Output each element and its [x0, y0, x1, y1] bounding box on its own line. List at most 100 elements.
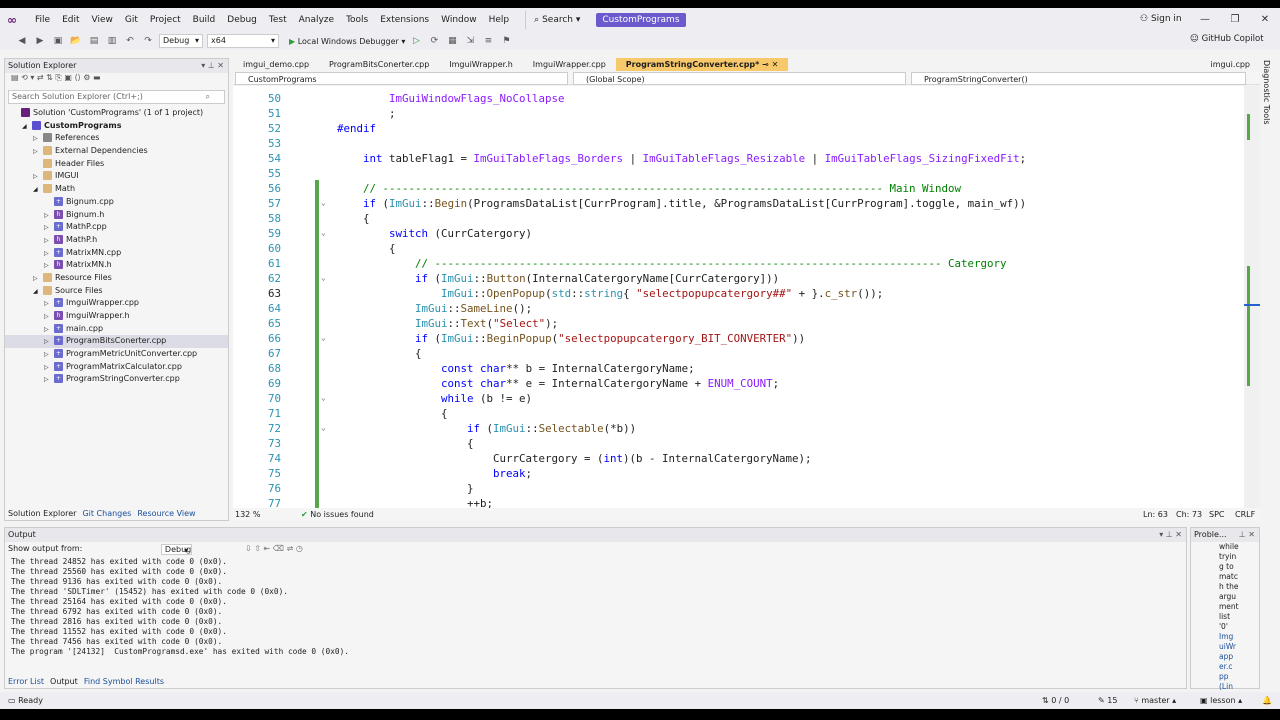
tree-item[interactable]: ▷ h Bignum.h: [5, 209, 228, 222]
menu-tools[interactable]: Tools: [340, 8, 374, 32]
code-line[interactable]: 67 {: [233, 346, 1260, 361]
tree-item[interactable]: ▷ h MathP.h: [5, 234, 228, 247]
output-source-select[interactable]: Debug: [160, 544, 193, 555]
github-copilot-button[interactable]: ☺ GitHub Copilot: [1190, 34, 1264, 44]
code-line[interactable]: 72 ⌄ if (ImGui::Selectable(*b)): [233, 421, 1260, 436]
menu-file[interactable]: File: [29, 8, 56, 32]
code-line[interactable]: 68 const char** b = InternalCatergoryNam…: [233, 361, 1260, 376]
tree-item[interactable]: Solution 'CustomPrograms' (1 of 1 projec…: [5, 107, 228, 120]
code-editor[interactable]: 50 ImGuiWindowFlags_NoCollapse 51 ; 52 #end…: [233, 86, 1260, 508]
code-line[interactable]: 52 #endif: [233, 121, 1260, 136]
code-line[interactable]: 75 break;: [233, 466, 1260, 481]
tree-item[interactable]: ▷ Resource Files: [5, 272, 228, 285]
tree-item[interactable]: ▷ IMGUI: [5, 170, 228, 183]
code-line[interactable]: 55: [233, 166, 1260, 181]
menu-test[interactable]: Test: [263, 8, 293, 32]
tree-item[interactable]: ▷ h MatrixMN.h: [5, 259, 228, 272]
tab-program-bits-conerter[interactable]: ProgramBitsConerter.cpp: [319, 58, 439, 71]
menu-edit[interactable]: Edit: [56, 8, 85, 32]
tree-item[interactable]: ▷ + ProgramStringConverter.cpp: [5, 373, 228, 386]
code-line[interactable]: 73 {: [233, 436, 1260, 451]
collapsed-arrow-icon[interactable]: ▷: [44, 374, 54, 387]
save-all-icon[interactable]: ▥: [105, 34, 119, 48]
tab-imgui-demo[interactable]: imgui_demo.cpp: [233, 58, 319, 71]
tree-item[interactable]: ▷ h ImguiWrapper.h: [5, 310, 228, 323]
output-window-buttons[interactable]: ▾ ⊥ ✕: [1159, 528, 1182, 542]
changes-status[interactable]: ✎ 15: [1098, 692, 1117, 709]
tree-item[interactable]: ▷ + ProgramMatrixCalculator.cpp: [5, 361, 228, 374]
code-line[interactable]: 59 ⌄ switch (CurrCatergory): [233, 226, 1260, 241]
repo-status[interactable]: ▣ lesson ▴: [1200, 692, 1242, 709]
pin-icon[interactable]: ⊸: [762, 60, 769, 69]
close-button[interactable]: ✕: [1250, 8, 1280, 32]
member-dropdown[interactable]: ProgramStringConverter(): [911, 72, 1246, 85]
tab-program-string-converter[interactable]: ProgramStringConverter.cpp* ⊸ ✕: [615, 58, 789, 71]
code-line[interactable]: 54 int tableFlag1 = ImGuiTableFlags_Bord…: [233, 151, 1260, 166]
save-icon[interactable]: ▤: [87, 34, 101, 48]
menu-git[interactable]: Git: [119, 8, 144, 32]
search-button[interactable]: ⌕ Search ▾: [525, 11, 588, 29]
start-without-debugging-icon[interactable]: ▷: [409, 34, 423, 48]
panel-window-buttons[interactable]: ▾ ⊥ ✕: [201, 59, 224, 73]
line-indicator[interactable]: Ln: 63: [1143, 508, 1168, 521]
code-line[interactable]: 51 ;: [233, 106, 1260, 121]
code-line[interactable]: 56 // ----------------------------------…: [233, 181, 1260, 196]
tree-item[interactable]: ▷ References: [5, 132, 228, 145]
scope-dropdown[interactable]: (Global Scope): [573, 72, 906, 85]
tab-resource-view[interactable]: Resource View: [137, 508, 195, 520]
sync-status[interactable]: ⇅ 0 / 0: [1042, 692, 1069, 709]
diagnostic-tools-tab[interactable]: Diagnostic Tools: [1262, 60, 1271, 125]
tab-find-symbol-results[interactable]: Find Symbol Results: [84, 676, 164, 688]
code-line[interactable]: 58 {: [233, 211, 1260, 226]
fold-toggle-icon[interactable]: ⌄: [321, 199, 329, 207]
menu-project[interactable]: Project: [144, 8, 187, 32]
tree-item[interactable]: ▷ + ProgramMetricUnitConverter.cpp: [5, 348, 228, 361]
tab-solution-explorer[interactable]: Solution Explorer: [8, 508, 76, 520]
code-line[interactable]: 71 {: [233, 406, 1260, 421]
menu-help[interactable]: Help: [483, 8, 516, 32]
tab-git-changes[interactable]: Git Changes: [82, 508, 131, 520]
code-line[interactable]: 76 }: [233, 481, 1260, 496]
zoom-level[interactable]: 132 %: [235, 508, 260, 521]
code-line[interactable]: 60 {: [233, 241, 1260, 256]
tab-imgui-cpp[interactable]: imgui.cpp: [1201, 58, 1260, 71]
tree-item[interactable]: + Bignum.cpp: [5, 196, 228, 209]
solution-search-input[interactable]: Search Solution Explorer (Ctrl+;) ⌕: [8, 90, 225, 104]
minimize-button[interactable]: —: [1190, 8, 1220, 32]
whitespace-indicator[interactable]: SPC: [1209, 508, 1225, 521]
fold-toggle-icon[interactable]: ⌄: [321, 394, 329, 402]
redo-icon[interactable]: ↷: [141, 34, 155, 48]
open-icon[interactable]: 📂: [69, 34, 83, 48]
fold-toggle-icon[interactable]: ⌄: [321, 274, 329, 282]
fold-toggle-icon[interactable]: ⌄: [321, 334, 329, 342]
problems-window-buttons[interactable]: ⊥ ✕: [1239, 528, 1255, 542]
fold-toggle-icon[interactable]: ⌄: [321, 424, 329, 432]
refresh-icon[interactable]: ⟳: [427, 34, 441, 48]
solution-explorer-toolbar[interactable]: ▤ ⟲ ▾ ⇄ ⇅ ⎘ ▣ ⟨⟩ ⚙ ▬: [5, 73, 228, 87]
code-line[interactable]: 50 ImGuiWindowFlags_NoCollapse: [233, 91, 1260, 106]
notifications-icon[interactable]: 🔔: [1262, 692, 1272, 709]
project-dropdown[interactable]: CustomPrograms: [235, 72, 568, 85]
step-icon[interactable]: ⇲: [463, 34, 477, 48]
code-line[interactable]: 74 CurrCatergory = (int)(b - InternalCat…: [233, 451, 1260, 466]
code-line[interactable]: 64 ImGui::SameLine();: [233, 301, 1260, 316]
start-debugging-button[interactable]: ▶ Local Windows Debugger ▾: [289, 37, 405, 46]
code-line[interactable]: 77 ++b;: [233, 496, 1260, 508]
branch-status[interactable]: ⑂ master ▴: [1134, 692, 1176, 709]
maximize-button[interactable]: ❐: [1220, 8, 1250, 32]
tree-item[interactable]: ◢ Source Files: [5, 285, 228, 298]
code-line[interactable]: 61 // ----------------------------------…: [233, 256, 1260, 271]
code-line[interactable]: 63 ImGui::OpenPopup(std::string{ "select…: [233, 286, 1260, 301]
menu-debug[interactable]: Debug: [221, 8, 263, 32]
editor-vertical-scrollbar[interactable]: [1244, 86, 1260, 508]
new-project-icon[interactable]: ▣: [51, 34, 65, 48]
code-line[interactable]: 53: [233, 136, 1260, 151]
code-line[interactable]: 62 ⌄ if (ImGui::Button(InternalCatergoryN…: [233, 271, 1260, 286]
tab-error-list[interactable]: Error List: [8, 676, 44, 688]
code-line[interactable]: 66 ⌄ if (ImGui::BeginPopup("selectpopupca…: [233, 331, 1260, 346]
tree-item[interactable]: ▷ + ProgramBitsConerter.cpp: [5, 335, 228, 349]
back-icon[interactable]: ◀: [15, 34, 29, 48]
tab-output[interactable]: Output: [50, 676, 78, 688]
toolbar-misc-icon[interactable]: ▦: [445, 34, 459, 48]
line-ending-indicator[interactable]: CRLF: [1235, 508, 1255, 521]
